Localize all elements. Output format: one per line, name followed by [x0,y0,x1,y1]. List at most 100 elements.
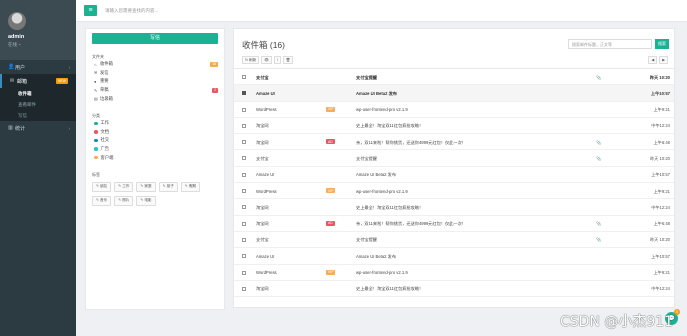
nav-item-stats[interactable]: ▥ 统计 › [0,121,76,135]
tag-label: 家庭 [144,184,152,189]
folder-important[interactable]: ● 重要 [86,77,224,86]
table-row[interactable]: 淘宝网 AD 亲，双11来啦！帮你挑货，还送你4999元红包！仅此一次！ 📎 上午6:4… [234,134,674,151]
tag-label: 朋友 [100,184,108,189]
mail-search-input[interactable]: 搜索邮件标题，正文等 [568,39,652,49]
folder-sent[interactable]: ✉ 发信 [86,69,224,78]
tag-label: 假期 [188,184,197,189]
tag-photo[interactable]: ✎ 照片 [114,195,134,206]
category-social[interactable]: 社交 [86,136,224,145]
row-sender: 淘宝网 [256,286,269,292]
delete-button[interactable]: 🗑 [282,56,294,64]
category-docs[interactable]: 文档 [86,128,224,137]
compose-button[interactable]: 写信 [92,33,218,44]
row-checkbox[interactable] [242,75,246,79]
tag-movie[interactable]: ✎ 电影 [136,195,156,206]
table-row[interactable]: WordPress VIP wp-user-frontend-pro v2.1.9 上… [234,265,674,281]
menu-toggle-button[interactable]: ≡ [84,5,97,16]
row-subject[interactable]: Amaze UI Beta2 发布 [356,91,397,97]
row-checkbox[interactable] [242,91,246,96]
mark-important-button[interactable]: ! [273,56,281,64]
folder-drafts[interactable]: ✎ 草稿 2 [86,86,224,95]
row-checkbox[interactable] [242,205,246,210]
avatar[interactable] [8,12,26,30]
user-status[interactable]: 在线 ~ [8,42,76,48]
folder-trash[interactable]: ▤ 垃圾箱 [86,94,224,103]
row-subject[interactable]: wp-user-frontend-pro v2.1.9 [356,107,408,112]
row-subject[interactable]: 支付宝提醒 [356,75,377,81]
table-row[interactable]: 淘宝网 史上最全！淘宝双11红包疯抢攻略！ 中午12:24 [234,199,674,216]
table-row[interactable]: WordPress VIP wp-user-frontend-pro v2.1.9 上… [234,183,674,200]
nav-item-mailbox[interactable]: ✉ 邮箱 NEW [0,74,76,88]
folder-label: 垃圾箱 [100,95,113,101]
table-row[interactable]: Amaze UI Amaze UI Beta2 发布 上午10:57 [234,248,674,265]
row-checkbox[interactable] [242,237,246,242]
row-checkbox[interactable] [242,270,246,275]
table-row[interactable]: WordPress VIP wp-user-frontend-pro v2.1.9 上… [234,102,674,118]
row-sender: 支付宝 [256,155,269,161]
mail-icon: ✉ [10,78,15,84]
row-checkbox[interactable] [242,189,246,194]
row-subject[interactable]: 支付宝提醒 [356,237,377,243]
tag-kids[interactable]: ✎ 孩子 [158,181,178,192]
row-checkbox[interactable] [242,107,246,112]
nav-item-users[interactable]: 👤 用户 › [0,60,76,74]
category-work[interactable]: 工作 [86,119,224,128]
submenu-inbox[interactable]: 收件箱 [0,88,76,99]
table-row[interactable]: 淘宝网 史上最全！淘宝双11红包疯抢攻略！ 中午12:24 [234,281,674,298]
row-checkbox[interactable] [242,123,246,128]
tag-friend[interactable]: ✎ 朋友 [92,181,112,192]
table-row[interactable]: 淘宝网 史上最全！淘宝双11红包疯抢攻略！ 中午12:24 [234,118,674,135]
page-title: 收件箱 (16) [242,40,285,50]
row-sender: Amaze UI [256,253,275,259]
table-row[interactable]: Amaze UI Amaze UI Beta2 发布 上午10:57 [234,167,674,184]
folder-label: 收件箱 [100,61,113,67]
category-client[interactable]: 客户端 [86,153,224,162]
row-sender: 淘宝网 [256,204,269,210]
row-subject[interactable]: 亲，双11来啦！帮你挑货，还送你4999元红包！仅此一次！ [356,221,466,227]
row-checkbox[interactable] [242,172,246,177]
row-subject[interactable]: Amaze UI Beta2 发布 [356,172,396,178]
global-search-input[interactable]: 请输入您需要查找的内容... [105,8,158,14]
row-subject[interactable]: wp-user-frontend-pro v2.1.9 [356,270,408,275]
row-subject[interactable]: 史上最全！淘宝双11红包疯抢攻略！ [356,205,423,211]
row-checkbox[interactable] [242,140,246,145]
username: admin [8,34,25,40]
tag-work[interactable]: ✎ 工作 [114,181,134,192]
row-checkbox[interactable] [242,286,246,291]
row-subject[interactable]: wp-user-frontend-pro v2.1.9 [356,189,408,194]
row-checkbox[interactable] [242,156,246,161]
submenu-compose[interactable]: 写信 [0,110,76,121]
row-sender: WordPress [256,270,277,276]
category-label: 客户端 [100,154,114,160]
category-dot-icon [94,155,98,160]
row-subject[interactable]: Amaze UI Beta2 发布 [356,254,396,260]
row-checkbox[interactable] [242,254,246,259]
new-badge: NEW [55,78,68,84]
tag-label: 工作 [122,184,130,189]
table-row[interactable]: Amaze UI Amaze UI Beta2 发布 上午10:57 [234,85,674,102]
submenu-view-mail[interactable]: 查看邮件 [0,99,76,110]
chevron-right-icon: › [68,125,71,131]
folder-inbox[interactable]: ⌂ 收件箱 16 [86,60,224,69]
mail-search-button[interactable]: 搜索 [655,39,669,49]
tag-music[interactable]: ✎ 音乐 [92,195,112,206]
row-subject[interactable]: 史上最全！淘宝双11红包疯抢攻略！ [356,286,423,292]
table-row[interactable]: 淘宝网 AD 亲，双11来啦！帮你挑货，还送你4999元红包！仅此一次！ 📎 上午6:4… [234,216,674,232]
row-subject[interactable]: 史上最全！淘宝双11红包疯抢攻略！ [356,123,423,129]
prev-page-button[interactable]: ◀ [648,56,658,64]
row-sender: 淘宝网 [256,123,269,129]
category-ads[interactable]: 广告 [86,145,224,154]
table-row[interactable]: 支付宝 支付宝提醒 📎 昨天 10:20 [234,69,674,86]
row-checkbox[interactable] [242,221,246,226]
table-row[interactable]: 支付宝 支付宝提醒 📎 昨天 10:20 [234,150,674,167]
attachment-icon: 📎 [596,74,602,80]
mark-read-button[interactable]: 👁 [261,56,272,64]
refresh-button[interactable]: ↻ 刷新 [242,56,260,64]
tag-label: 照片 [122,198,130,203]
table-row[interactable]: 支付宝 支付宝提醒 📎 昨天 10:20 [234,232,674,249]
row-subject[interactable]: 亲，双11来啦！帮你挑货，还送你4999元红包！仅此一次！ [356,140,466,146]
tag-family[interactable]: ✎ 家庭 [136,181,156,192]
tag-holiday[interactable]: ✎ 假期 [180,181,201,192]
row-subject[interactable]: 支付宝提醒 [356,156,377,162]
next-page-button[interactable]: ▶ [659,56,668,64]
